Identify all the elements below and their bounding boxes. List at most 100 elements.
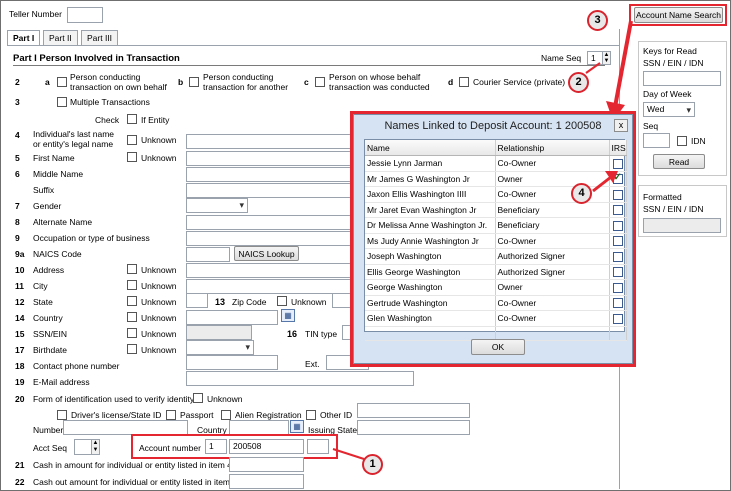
zip-unknown-checkbox[interactable] [277, 296, 287, 306]
item-2a-checkbox[interactable] [57, 77, 67, 87]
table-row[interactable]: Mr Jaret Evan Washington Jr Beneficiary [365, 202, 627, 218]
tab-part-1[interactable]: Part I [7, 30, 41, 46]
unknown-checkbox[interactable] [127, 280, 137, 290]
address-input[interactable] [186, 263, 354, 278]
irs-checkbox[interactable] [612, 251, 623, 262]
unknown-label: Unknown [141, 313, 177, 323]
country-lookup-icon[interactable]: ▦ [281, 309, 295, 322]
id-unknown-checkbox[interactable] [193, 393, 203, 403]
passport-checkbox[interactable] [166, 410, 176, 420]
table-row[interactable]: Joseph Washington Authorized Signer [365, 248, 627, 265]
naics-code-input[interactable] [186, 247, 230, 262]
middle-name-input[interactable] [186, 167, 354, 182]
country-input[interactable] [186, 310, 278, 325]
drivers-license-checkbox[interactable] [57, 410, 67, 420]
unknown-checkbox[interactable] [127, 135, 137, 145]
unknown-label: Unknown [141, 153, 177, 163]
column-header-relationship[interactable]: Relationship [495, 140, 610, 156]
column-header-irs[interactable]: IRS [609, 140, 627, 156]
column-header-name[interactable]: Name [365, 140, 496, 156]
tab-divider [7, 45, 619, 46]
table-row[interactable]: Ms Judy Annie Washington Jr Co-Owner [365, 233, 627, 249]
cell-relationship: Authorized Signer [495, 264, 610, 280]
state-input[interactable] [186, 293, 208, 308]
row-label: NAICS Code [33, 249, 82, 259]
multiple-transactions-checkbox[interactable] [57, 97, 67, 107]
id-number-input[interactable] [63, 420, 188, 435]
spin-down-icon[interactable]: ▼ [91, 447, 99, 454]
irs-checkbox[interactable] [612, 236, 623, 247]
row-label: City [33, 281, 48, 291]
row-label: SSN/EIN [33, 329, 68, 339]
acct-seq-label: Acct Seq [33, 443, 68, 453]
alien-registration-checkbox[interactable] [221, 410, 231, 420]
table-row[interactable]: Glen Washington Co-Owner [365, 310, 627, 327]
suffix-input[interactable] [186, 183, 354, 198]
if-entity-checkbox[interactable] [127, 114, 137, 124]
keys-ssn-input[interactable] [643, 71, 721, 86]
irs-checkbox[interactable] [612, 282, 623, 293]
account-number-highlight [131, 434, 338, 459]
contact-phone-input[interactable] [186, 355, 278, 370]
unknown-label: Unknown [141, 345, 177, 355]
teller-number-label: Teller Number [9, 9, 62, 19]
read-button[interactable]: Read [653, 154, 705, 169]
zip-code-input[interactable] [332, 293, 354, 308]
other-id-input[interactable] [357, 403, 470, 418]
occupation-input[interactable] [186, 231, 354, 246]
gender-select[interactable] [186, 198, 248, 213]
id-country-lookup-icon[interactable]: ▦ [290, 420, 304, 433]
id-number-label: Number [33, 425, 64, 435]
day-of-week-select[interactable]: Wed [643, 102, 695, 117]
alternate-name-input[interactable] [186, 215, 354, 230]
unknown-checkbox[interactable] [127, 328, 137, 338]
id-country-input[interactable] [229, 420, 289, 435]
teller-number-input[interactable] [67, 7, 103, 23]
birthdate-picker[interactable] [186, 340, 254, 355]
cash-in-input[interactable] [229, 457, 304, 472]
item-16-number: 16 [287, 329, 298, 339]
irs-checkbox[interactable] [612, 158, 623, 169]
table-row[interactable]: George Washington Owner [365, 279, 627, 296]
table-row[interactable]: Ellis George Washington Authorized Signer [365, 264, 627, 280]
item-2d-checkbox[interactable] [459, 77, 469, 87]
ok-button[interactable]: OK [471, 339, 525, 355]
ssn-ein-input[interactable] [186, 325, 252, 340]
irs-checkbox[interactable] [612, 267, 623, 278]
city-input[interactable] [186, 279, 354, 294]
item-2c-checkbox[interactable] [315, 77, 325, 87]
tab-part-2[interactable]: Part II [43, 30, 78, 45]
unknown-checkbox[interactable] [127, 312, 137, 322]
cell-name: George Washington [365, 279, 496, 296]
irs-checkbox[interactable] [612, 298, 623, 309]
unknown-checkbox[interactable] [127, 264, 137, 274]
tab-part-3[interactable]: Part III [81, 30, 119, 45]
irs-checkbox[interactable] [612, 220, 623, 231]
row-number: 7 [15, 201, 20, 211]
first-name-input[interactable] [186, 151, 354, 166]
table-row[interactable]: Gertrude Washington Co-Owner [365, 295, 627, 311]
spin-up-icon[interactable]: ▲ [91, 440, 99, 447]
table-row[interactable]: Dr Melissa Anne Washington Jr. Beneficiar… [365, 217, 627, 234]
acct-seq-stepper[interactable]: ▲ ▼ [74, 439, 100, 455]
close-icon[interactable]: x [614, 119, 628, 132]
cell-name: Glen Washington [365, 310, 496, 327]
unknown-checkbox[interactable] [127, 296, 137, 306]
row-label: Address [33, 265, 65, 275]
seq-input[interactable] [643, 133, 670, 148]
irs-checkbox[interactable] [612, 313, 623, 324]
table-row[interactable]: Jessie Lynn Jarman Co-Owner [365, 155, 627, 172]
item-2b-checkbox[interactable] [189, 77, 199, 87]
irs-checkbox[interactable] [612, 205, 623, 216]
row-label: E-Mail address [33, 377, 90, 387]
idn-checkbox[interactable] [677, 136, 687, 146]
unknown-checkbox[interactable] [127, 152, 137, 162]
issuing-state-input[interactable] [357, 420, 470, 435]
cash-out-label: Cash out amount for individual or entity… [33, 477, 238, 487]
last-name-input[interactable] [186, 134, 354, 149]
email-input[interactable] [186, 371, 414, 386]
other-id-checkbox[interactable] [306, 410, 316, 420]
naics-lookup-button[interactable]: NAICS Lookup [234, 246, 299, 261]
unknown-checkbox[interactable] [127, 344, 137, 354]
cash-out-input[interactable] [229, 474, 304, 489]
